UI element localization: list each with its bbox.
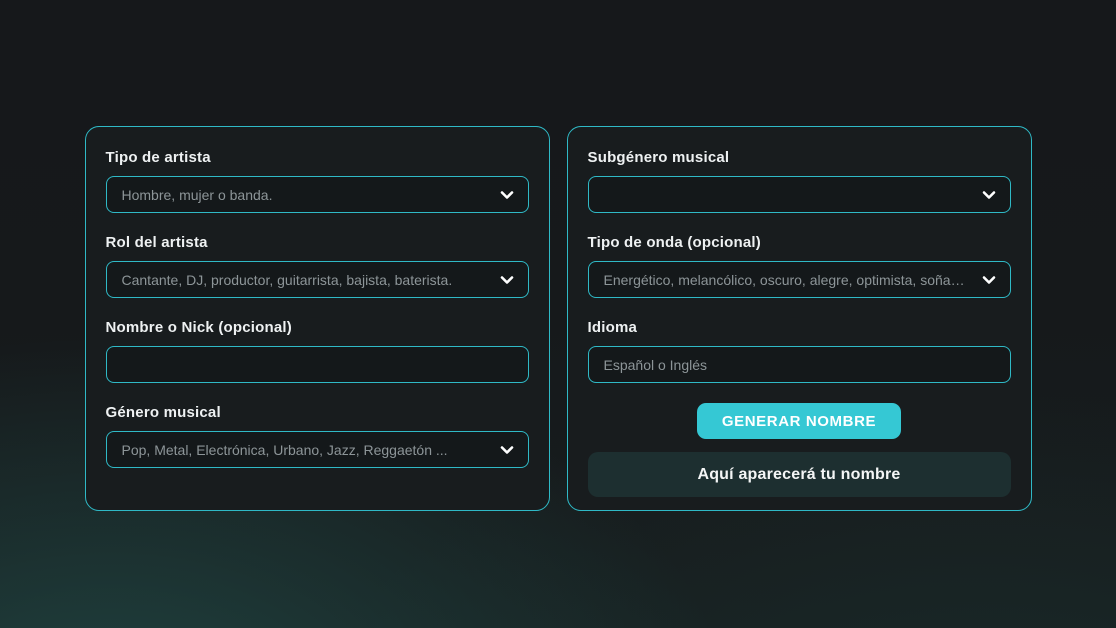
idioma-input[interactable] — [588, 346, 1011, 383]
field-group-genero-musical: Género musical Pop, Metal, Electrónica, … — [106, 403, 529, 468]
field-group-tipo-de-artista: Tipo de artista Hombre, mujer o banda. — [106, 148, 529, 213]
field-group-subgenero-musical: Subgénero musical — [588, 148, 1011, 213]
rol-del-artista-label: Rol del artista — [106, 233, 529, 252]
field-group-nombre-nick: Nombre o Nick (opcional) — [106, 318, 529, 383]
rol-del-artista-placeholder: Cantante, DJ, productor, guitarrista, ba… — [122, 272, 453, 288]
tipo-de-onda-placeholder: Energético, melancólico, oscuro, alegre,… — [604, 272, 972, 288]
generate-name-button[interactable]: GENERAR NOMBRE — [697, 403, 901, 439]
genero-musical-placeholder: Pop, Metal, Electrónica, Urbano, Jazz, R… — [122, 442, 448, 458]
chevron-down-icon — [499, 272, 515, 288]
field-group-tipo-de-onda: Tipo de onda (opcional) Energético, mela… — [588, 233, 1011, 298]
field-group-idioma: Idioma — [588, 318, 1011, 383]
chevron-down-icon — [981, 272, 997, 288]
subgenero-musical-select[interactable] — [588, 176, 1011, 213]
tipo-de-artista-select[interactable]: Hombre, mujer o banda. — [106, 176, 529, 213]
idioma-label: Idioma — [588, 318, 1011, 337]
genero-musical-select[interactable]: Pop, Metal, Electrónica, Urbano, Jazz, R… — [106, 431, 529, 468]
page-background: Tipo de artista Hombre, mujer o banda. R… — [0, 0, 1116, 628]
tipo-de-onda-label: Tipo de onda (opcional) — [588, 233, 1011, 252]
chevron-down-icon — [499, 187, 515, 203]
chevron-down-icon — [981, 187, 997, 203]
artist-form-panel-right: Subgénero musical Tipo de onda (opcional… — [567, 126, 1032, 511]
field-group-rol-del-artista: Rol del artista Cantante, DJ, productor,… — [106, 233, 529, 298]
rol-del-artista-select[interactable]: Cantante, DJ, productor, guitarrista, ba… — [106, 261, 529, 298]
generated-name-result-box: Aquí aparecerá tu nombre — [588, 452, 1011, 497]
tipo-de-artista-placeholder: Hombre, mujer o banda. — [122, 187, 273, 203]
subgenero-musical-label: Subgénero musical — [588, 148, 1011, 167]
artist-form-panel-left: Tipo de artista Hombre, mujer o banda. R… — [85, 126, 550, 511]
generate-button-row: GENERAR NOMBRE — [588, 403, 1011, 439]
nombre-nick-input[interactable] — [106, 346, 529, 383]
generated-name-result-text: Aquí aparecerá tu nombre — [697, 466, 900, 484]
genero-musical-label: Género musical — [106, 403, 529, 422]
chevron-down-icon — [499, 442, 515, 458]
nombre-nick-label: Nombre o Nick (opcional) — [106, 318, 529, 337]
tipo-de-onda-select[interactable]: Energético, melancólico, oscuro, alegre,… — [588, 261, 1011, 298]
tipo-de-artista-label: Tipo de artista — [106, 148, 529, 167]
